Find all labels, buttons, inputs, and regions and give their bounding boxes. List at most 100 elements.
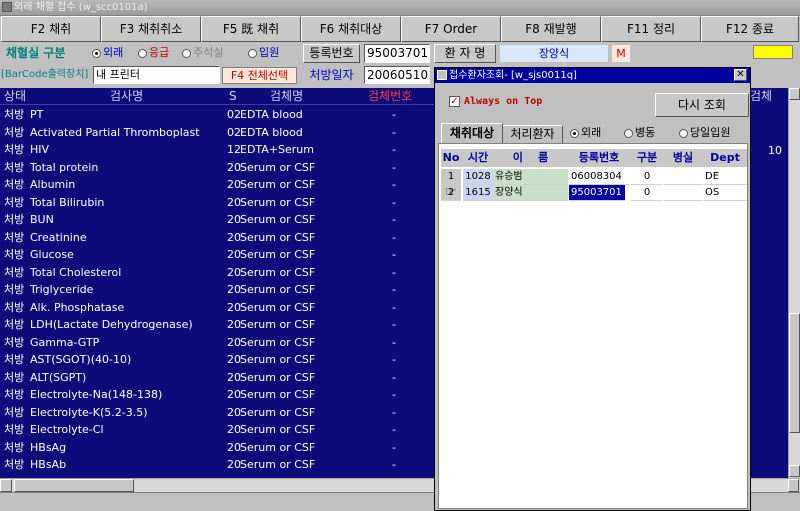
table-row[interactable]: 처방 Albumin 20 Serum or CSF - [0, 176, 437, 194]
popup-radio-same-day[interactable]: 당일입원 [679, 125, 730, 141]
radio-outpatient[interactable]: 외래 [92, 45, 123, 61]
collection-room-label: 채혈실 구분 [6, 46, 66, 60]
printer-input[interactable]: 내 프린터 [93, 66, 220, 84]
cell-specimen-no: - [392, 405, 396, 419]
header-test-name: 검사명 [110, 89, 144, 103]
cell-specimen: Serum or CSF [240, 335, 316, 349]
f6-collect-target-button[interactable]: F6 채취대상 [301, 16, 401, 42]
tab-processed-patients[interactable]: 처리환자 [503, 125, 563, 143]
table-row[interactable]: 처방 Activated Partial Thromboplast 02 EDTA b… [0, 124, 437, 142]
horizontal-scrollbar[interactable] [0, 478, 437, 492]
cell-s: 20 [227, 283, 241, 296]
reg-number-input[interactable]: 95003701 [364, 44, 430, 63]
radio-other[interactable]: 주석실 [182, 45, 223, 61]
cell-specimen-no: - [392, 265, 396, 279]
header-s: S [229, 89, 237, 103]
cell-specimen: EDTA blood [240, 125, 303, 139]
list-item[interactable]: 1 1028 유승범 06008304 0 DE [441, 169, 747, 185]
table-row[interactable]: 처방 HIV 12 EDTA+Serum - [0, 141, 437, 159]
table-row[interactable]: 처방 Total protein 20 Serum or CSF - [0, 159, 437, 177]
cell-specimen-no: - [392, 230, 396, 244]
prescription-date-input[interactable]: 20060510 [364, 66, 430, 84]
tab-collect-target[interactable]: 채취대상 [441, 123, 503, 143]
scroll-left-button[interactable] [0, 479, 12, 492]
grid-right-area: 검체 10 [750, 88, 788, 478]
table-row[interactable]: 처방 Electrolyte-K(5.2-3.5) 20 Serum or CSF - [0, 404, 437, 422]
popup-radio-outpatient-dot [570, 128, 579, 138]
table-row[interactable]: 처방 Triglyceride 20 Serum or CSF - [0, 281, 437, 299]
refresh-button[interactable]: 다시 조회 [655, 93, 749, 117]
table-row[interactable]: 처방 Total Cholesterol 20 Serum or CSF - [0, 264, 437, 282]
cell-specimen-no: - [392, 423, 396, 436]
cell-status: 처방 [4, 160, 25, 174]
status-indicator [753, 45, 793, 59]
window-title: 외래 채혈 접수 (w_scc0101a) [14, 2, 148, 13]
cell-specimen-no: - [392, 370, 396, 384]
cell-test-name: Activated Partial Thromboplast [30, 125, 200, 139]
cell-specimen: Serum or CSF [240, 388, 316, 401]
table-row[interactable]: 처방 HBsAb 20 Serum or CSF - [0, 456, 437, 474]
col-type: 구분 [636, 151, 658, 164]
radio-inpatient[interactable]: 입원 [248, 45, 279, 61]
table-row[interactable]: 처방 PT 02 EDTA blood - [0, 106, 437, 124]
radio-other-dot [182, 48, 191, 58]
scroll-down-button[interactable] [789, 465, 800, 477]
cell-dept: OS [703, 185, 747, 201]
close-icon[interactable]: ✕ [734, 69, 747, 81]
cell-s: 20 [227, 388, 241, 401]
cell-s: 20 [227, 318, 241, 331]
table-row[interactable]: 처방 Total Bilirubin 20 Serum or CSF - [0, 194, 437, 212]
cell-s: 02 [227, 125, 241, 139]
col-room: 병실 [672, 151, 694, 164]
table-row[interactable]: 처방 AST(SGOT)(40-10) 20 Serum or CSF - [0, 351, 437, 369]
cell-status: 처방 [4, 405, 25, 419]
f11-clear-button[interactable]: F11 정리 [601, 16, 701, 42]
horizontal-scrollbar-right[interactable] [750, 478, 800, 492]
cell-status: 처방 [4, 353, 25, 366]
always-on-top-checkbox[interactable]: ✓ [449, 96, 460, 107]
radio-inpatient-dot [248, 48, 257, 58]
table-row[interactable]: 처방 LDH(Lactate Dehydrogenase) 20 Serum or C… [0, 316, 437, 334]
cell-status: 처방 [4, 108, 25, 121]
table-row[interactable]: 처방 BUN 20 Serum or CSF - [0, 211, 437, 229]
cell-s: 20 [227, 178, 241, 191]
cell-specimen-no: - [392, 440, 396, 454]
f3-cancel-collect-button[interactable]: F3 채취취소 [101, 16, 201, 42]
cell-status: 처방 [4, 143, 25, 156]
cell-specimen-no: - [392, 353, 396, 366]
f2-collect-button[interactable]: F2 채취 [1, 16, 101, 42]
scroll-up-button[interactable] [789, 88, 800, 100]
table-row[interactable]: 처방 Electrolyte-Cl 20 Serum or CSF - [0, 421, 437, 439]
cell-test-name: BUN [30, 213, 54, 226]
popup-radio-outpatient[interactable]: 외래 [570, 125, 601, 141]
cell-s: 20 [227, 300, 241, 314]
f4-select-all-button[interactable]: F4 전체선택 [222, 67, 297, 84]
cell-s: 20 [227, 230, 241, 244]
table-row[interactable]: 처방 Creatinine 20 Serum or CSF - [0, 229, 437, 247]
dialog-title-bar: 접수환자조회- [w_sjs0011q] ✕ [435, 68, 750, 83]
table-row[interactable]: 처방 Alk. Phosphatase 20 Serum or CSF - [0, 299, 437, 317]
cell-s: 20 [227, 195, 241, 209]
f7-order-button[interactable]: F7 Order [401, 16, 501, 42]
scroll-thumb[interactable] [789, 313, 800, 433]
cell-test-name: LDH(Lactate Dehydrogenase) [30, 318, 193, 331]
cell-specimen: Serum or CSF [240, 248, 316, 261]
f5-collected-button[interactable]: F5 既 채취 [201, 16, 301, 42]
radio-outpatient-dot [92, 48, 101, 58]
cell-test-name: Electrolyte-Na(148-138) [30, 388, 163, 401]
cell-specimen: Serum or CSF [240, 370, 316, 384]
table-row[interactable]: 처방 Glucose 20 Serum or CSF - [0, 246, 437, 264]
popup-radio-ward[interactable]: 병동 [624, 125, 655, 141]
table-row[interactable]: 처방 HBsAg 20 Serum or CSF - [0, 439, 437, 457]
reg-number-label: 등록번호 [303, 44, 360, 63]
table-row[interactable]: 처방 ALT(SGPT) 20 Serum or CSF - [0, 369, 437, 387]
list-item[interactable]: 2 1615 장양식 95003701 0 OS [441, 185, 747, 201]
table-row[interactable]: 처방 Gamma-GTP 20 Serum or CSF - [0, 334, 437, 352]
table-row[interactable]: 처방 Electrolyte-Na(148-138) 20 Serum or CSF - [0, 386, 437, 404]
f12-exit-button[interactable]: F12 종료 [701, 16, 799, 42]
f8-reissue-button[interactable]: F8 재발행 [501, 16, 601, 42]
radio-emergency[interactable]: 응급 [138, 45, 169, 61]
hscroll-thumb[interactable] [14, 479, 134, 492]
scroll-right-button[interactable] [788, 479, 799, 492]
vertical-scrollbar[interactable] [788, 88, 800, 478]
